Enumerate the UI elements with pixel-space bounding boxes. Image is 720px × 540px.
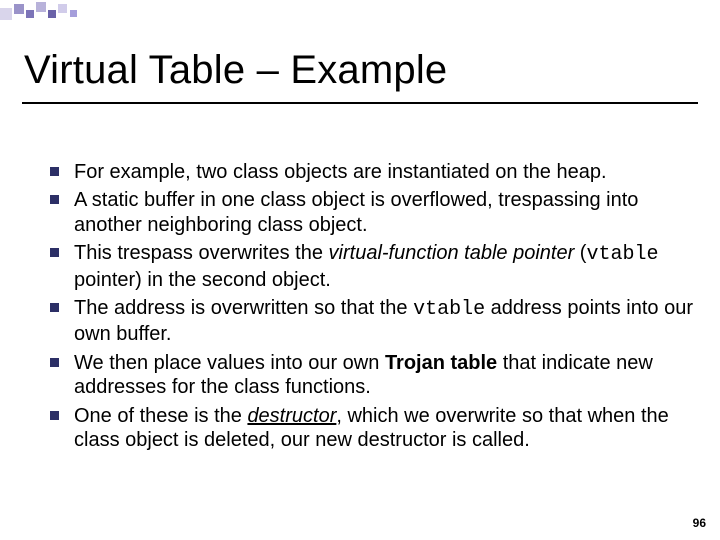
bullet-icon [50,351,74,367]
bullet-list: For example, two class objects are insta… [50,160,694,456]
bullet-text: One of these is the destructor, which we… [74,404,694,453]
slide-title: Virtual Table – Example [24,48,447,93]
bullet-text: This trespass overwrites the virtual-fun… [74,241,694,292]
bullet-item: One of these is the destructor, which we… [50,404,694,453]
bullet-text: A static buffer in one class object is o… [74,188,694,237]
bullet-icon [50,188,74,204]
bullet-icon [50,241,74,257]
bullet-item: For example, two class objects are insta… [50,160,694,184]
bullet-item: The address is overwritten so that the v… [50,296,694,347]
title-underline [22,102,698,104]
bullet-icon [50,404,74,420]
page-number: 96 [693,516,706,530]
bullet-text: For example, two class objects are insta… [74,160,694,184]
bullet-item: We then place values into our own Trojan… [50,351,694,400]
bullet-icon [50,296,74,312]
bullet-icon [50,160,74,176]
bullet-text: The address is overwritten so that the v… [74,296,694,347]
bullet-item: This trespass overwrites the virtual-fun… [50,241,694,292]
corner-decoration [0,0,160,24]
bullet-item: A static buffer in one class object is o… [50,188,694,237]
bullet-text: We then place values into our own Trojan… [74,351,694,400]
